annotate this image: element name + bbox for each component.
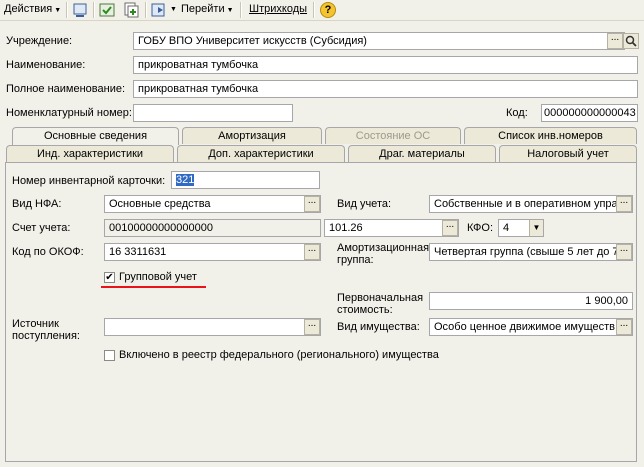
account-select-button[interactable]: ... (442, 220, 458, 236)
account-type-label: Вид учета: (337, 198, 392, 210)
institution-label: Учреждение: (6, 35, 73, 47)
nfa-type-select-button[interactable]: ... (304, 196, 320, 212)
registry-checkbox[interactable] (104, 350, 115, 361)
initial-cost-label-line1: Первоначальная (337, 292, 424, 304)
chevron-down-icon[interactable]: ▼ (529, 220, 543, 236)
okof-field[interactable]: 16 3311631 (104, 243, 321, 261)
toolbar-separator (93, 2, 95, 18)
save-ok-icon[interactable] (99, 2, 115, 18)
help-icon[interactable]: ? (320, 2, 336, 18)
okof-select-button[interactable]: ... (304, 244, 320, 260)
full-name-field[interactable]: прикроватная тумбочка (133, 80, 638, 98)
kfo-select[interactable]: 4 ▼ (498, 219, 544, 237)
amort-group-label: Амортизационная группа: (337, 242, 429, 266)
tab-precious-materials[interactable]: Драг. материалы (348, 145, 496, 162)
amort-group-label-line2: группа: (337, 254, 374, 266)
initial-cost-label-line2: стоимость: (337, 304, 393, 316)
red-underline-annotation (101, 286, 206, 288)
toolbar-separator (66, 2, 68, 18)
dropdown-arrow-icon[interactable]: ▼ (170, 6, 177, 13)
source-select-button[interactable]: ... (304, 319, 320, 335)
dropdown-arrow-icon: ▼ (226, 7, 234, 14)
property-type-label: Вид имущества: (337, 321, 420, 333)
source-label: Источник поступления: (12, 318, 80, 342)
kfo-value: 4 (503, 222, 510, 234)
amort-group-field[interactable]: Четвертая группа (свыше 5 лет до 7 (429, 243, 633, 261)
toolbar-separator (240, 2, 242, 18)
toolbar-separator (313, 2, 315, 18)
tab-main-info[interactable]: Основные сведения (12, 127, 179, 145)
property-type-select-button[interactable]: ... (616, 319, 632, 335)
barcodes-button[interactable]: Штрихкоды (249, 3, 307, 15)
nomenclature-field[interactable] (133, 104, 293, 122)
move-down-icon[interactable] (151, 2, 167, 18)
inventory-card-value: 321 (176, 174, 195, 186)
post-document-icon[interactable] (72, 2, 88, 18)
actions-label: Действия (4, 3, 53, 15)
source-label-line2: поступления: (12, 330, 80, 342)
account-type-field[interactable]: Собственные и в оперативном упра (429, 195, 633, 213)
go-menu[interactable]: Перейти ▼ (181, 3, 234, 15)
name-field[interactable]: прикроватная тумбочка (133, 56, 638, 74)
tab-individual-characteristics[interactable]: Инд. характеристики (6, 145, 174, 162)
dropdown-arrow-icon: ▼ (54, 7, 62, 14)
tab-additional-characteristics[interactable]: Доп. характеристики (177, 145, 345, 162)
institution-field[interactable]: ГОБУ ВПО Университет искусств (Субсидия) (133, 32, 625, 50)
group-account-label[interactable]: Групповой учет (119, 271, 197, 283)
amort-group-label-line1: Амортизационная (337, 242, 430, 254)
institution-select-button[interactable]: ... (607, 33, 623, 49)
name-label: Наименование: (6, 59, 86, 71)
tab-inventory-numbers[interactable]: Список инв.номеров (464, 127, 637, 144)
search-icon[interactable] (623, 33, 639, 49)
toolbar-separator (145, 2, 147, 18)
go-label: Перейти (181, 3, 225, 15)
initial-cost-label: Первоначальная стоимость: (337, 292, 423, 316)
initial-cost-field[interactable]: 1 900,00 (429, 292, 633, 310)
registry-label[interactable]: Включено в реестр федерального (регионал… (119, 349, 439, 361)
actions-menu[interactable]: Действия ▼ (4, 3, 61, 15)
copy-document-icon[interactable] (123, 2, 139, 18)
account-sub-field[interactable]: 101.26 (324, 219, 459, 237)
code-label: Код: (506, 107, 528, 119)
inventory-card-label: Номер инвентарной карточки: (12, 175, 166, 187)
nomenclature-label: Номенклатурный номер: (6, 107, 132, 119)
full-name-label: Полное наименование: (6, 83, 126, 95)
nfa-type-field[interactable]: Основные средства (104, 195, 321, 213)
toolbar: Действия ▼ ▼ Перейти ▼ Штрихкоды ? (0, 0, 644, 21)
group-account-checkbox[interactable]: ✔ (104, 272, 115, 283)
source-label-line1: Источник (12, 318, 59, 330)
account-label: Счет учета: (12, 222, 71, 234)
nfa-type-label: Вид НФА: (12, 198, 62, 210)
code-field[interactable]: 000000000000043 (541, 104, 638, 122)
tab-depreciation[interactable]: Амортизация (182, 127, 322, 144)
kfo-label: КФО: (467, 222, 494, 234)
tab-tax-accounting[interactable]: Налоговый учет (499, 145, 637, 162)
amort-group-select-button[interactable]: ... (616, 244, 632, 260)
inventory-card-field[interactable]: 321 (171, 171, 320, 189)
account-type-select-button[interactable]: ... (616, 196, 632, 212)
okof-label: Код по ОКОФ: (12, 246, 84, 258)
property-type-field[interactable]: Особо ценное движимое имуществ (429, 318, 633, 336)
tab-asset-state[interactable]: Состояние ОС (325, 127, 461, 144)
account-field[interactable]: 00100000000000000 (104, 219, 321, 237)
source-field[interactable] (104, 318, 321, 336)
